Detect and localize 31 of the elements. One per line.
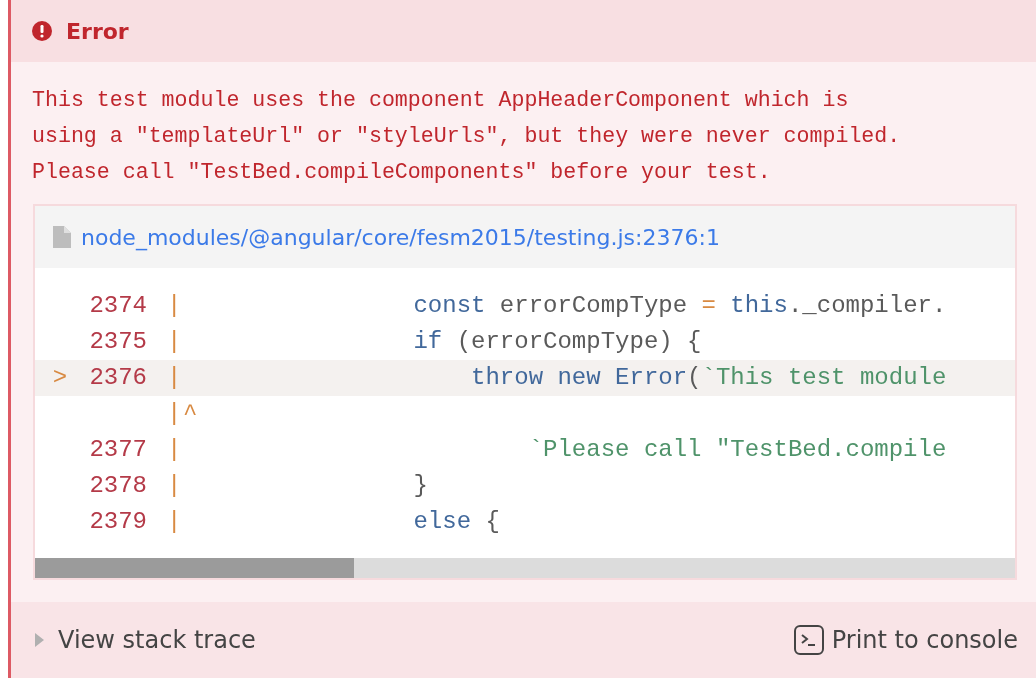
line-number: 2375 [88, 327, 147, 357]
scrollbar[interactable] [35, 558, 1015, 578]
code-text: else { [412, 507, 500, 537]
caret-marker: ^ [183, 399, 198, 429]
error-message: This test module uses the component AppHeaderComponent which is using a "templateUrl" or "styleUrls", but they were never compiled. Please call "TestBed.compileComponents" before your test. [31, 87, 902, 186]
stack-trace-toggle[interactable]: View stack trace [35, 622, 256, 658]
line-number: 2377 [88, 435, 147, 465]
file-icon [53, 226, 71, 248]
gutter-label: | [167, 328, 182, 355]
gutter-label: | [167, 364, 182, 391]
code-text: const errorCompType = this._compiler. [412, 291, 947, 321]
terminal-icon [793, 625, 824, 655]
current-line-marker: > [51, 363, 69, 393]
gutter-label: | [167, 292, 182, 319]
code-text: } [412, 471, 428, 501]
code-text: throw new Error(`This test module [470, 363, 947, 393]
gutter-label: | [167, 508, 182, 535]
gutter-label: | [167, 472, 182, 499]
code-text: if (errorCompType) { [412, 327, 702, 357]
line-number: 2376 [88, 363, 147, 393]
gutter-label: | [167, 400, 182, 427]
code-text: `Please call "TestBed.compile [527, 435, 947, 465]
scrollbar-thumb[interactable] [35, 558, 354, 578]
error-icon [32, 21, 52, 41]
line-number: 2374 [88, 291, 147, 321]
caret-icon [35, 633, 44, 647]
error-title: Error [66, 17, 129, 46]
gutter-label: | [167, 436, 182, 463]
print-button[interactable]: Print to console [793, 622, 1018, 658]
line-number: 2378 [88, 471, 147, 501]
line-number: 2379 [88, 507, 147, 537]
